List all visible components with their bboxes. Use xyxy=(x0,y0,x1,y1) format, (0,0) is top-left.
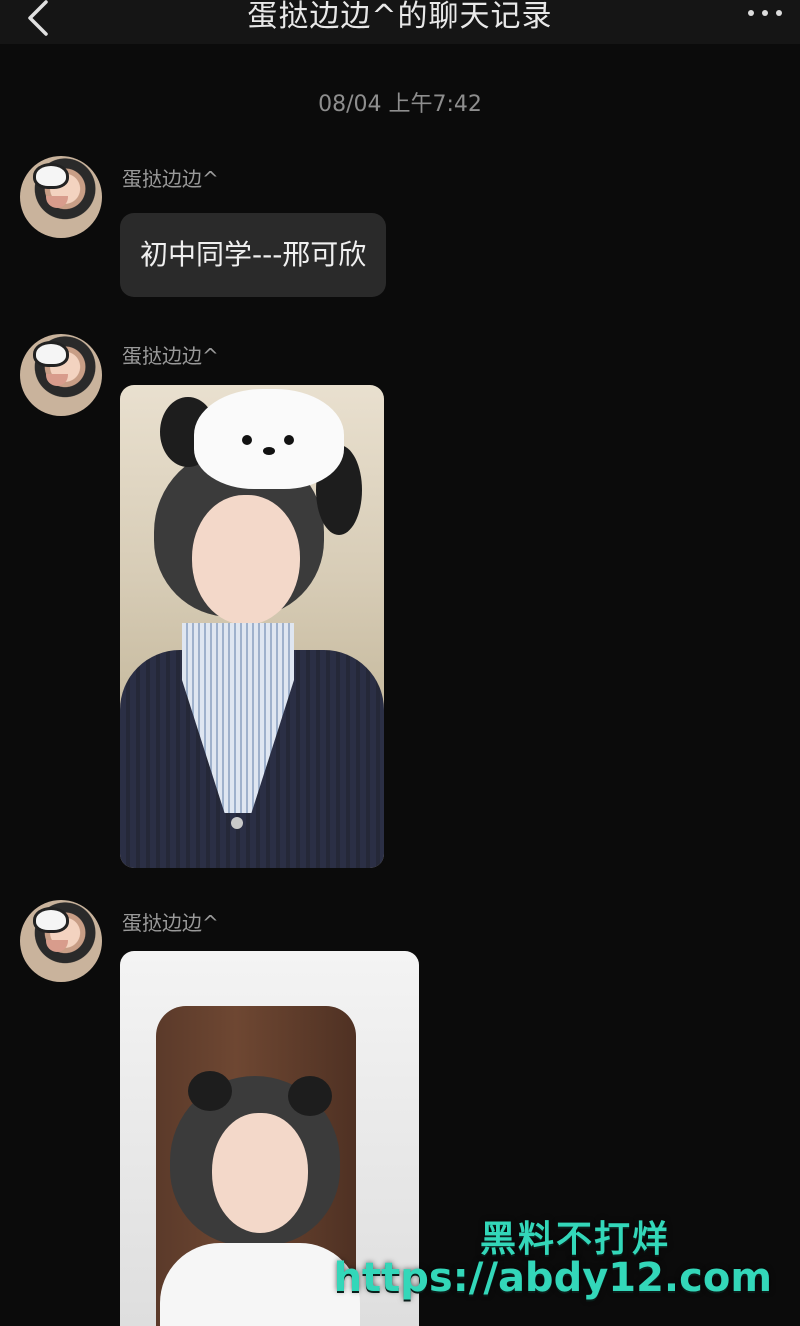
watermark-url: https://abdy12.com xyxy=(333,1255,772,1301)
sender-name: 蛋挞边边^ xyxy=(122,911,219,935)
more-button[interactable] xyxy=(748,4,788,24)
message-timestamp: 08/04 上午7:42 xyxy=(318,92,482,117)
sender-name: 蛋挞边边^ xyxy=(122,167,219,191)
dog-hat-sticker xyxy=(194,389,344,489)
image-message[interactable] xyxy=(120,385,384,868)
chat-title: 蛋挞边边^的聊天记录 xyxy=(247,0,553,34)
more-dots-icon xyxy=(748,10,754,16)
chat-header: 蛋挞边边^的聊天记录 xyxy=(0,0,800,44)
avatar[interactable] xyxy=(20,334,102,416)
avatar[interactable] xyxy=(20,900,102,982)
avatar[interactable] xyxy=(20,156,102,238)
sender-name: 蛋挞边边^ xyxy=(122,344,219,368)
message-bubble[interactable]: 初中同学---邢可欣 xyxy=(120,213,387,297)
